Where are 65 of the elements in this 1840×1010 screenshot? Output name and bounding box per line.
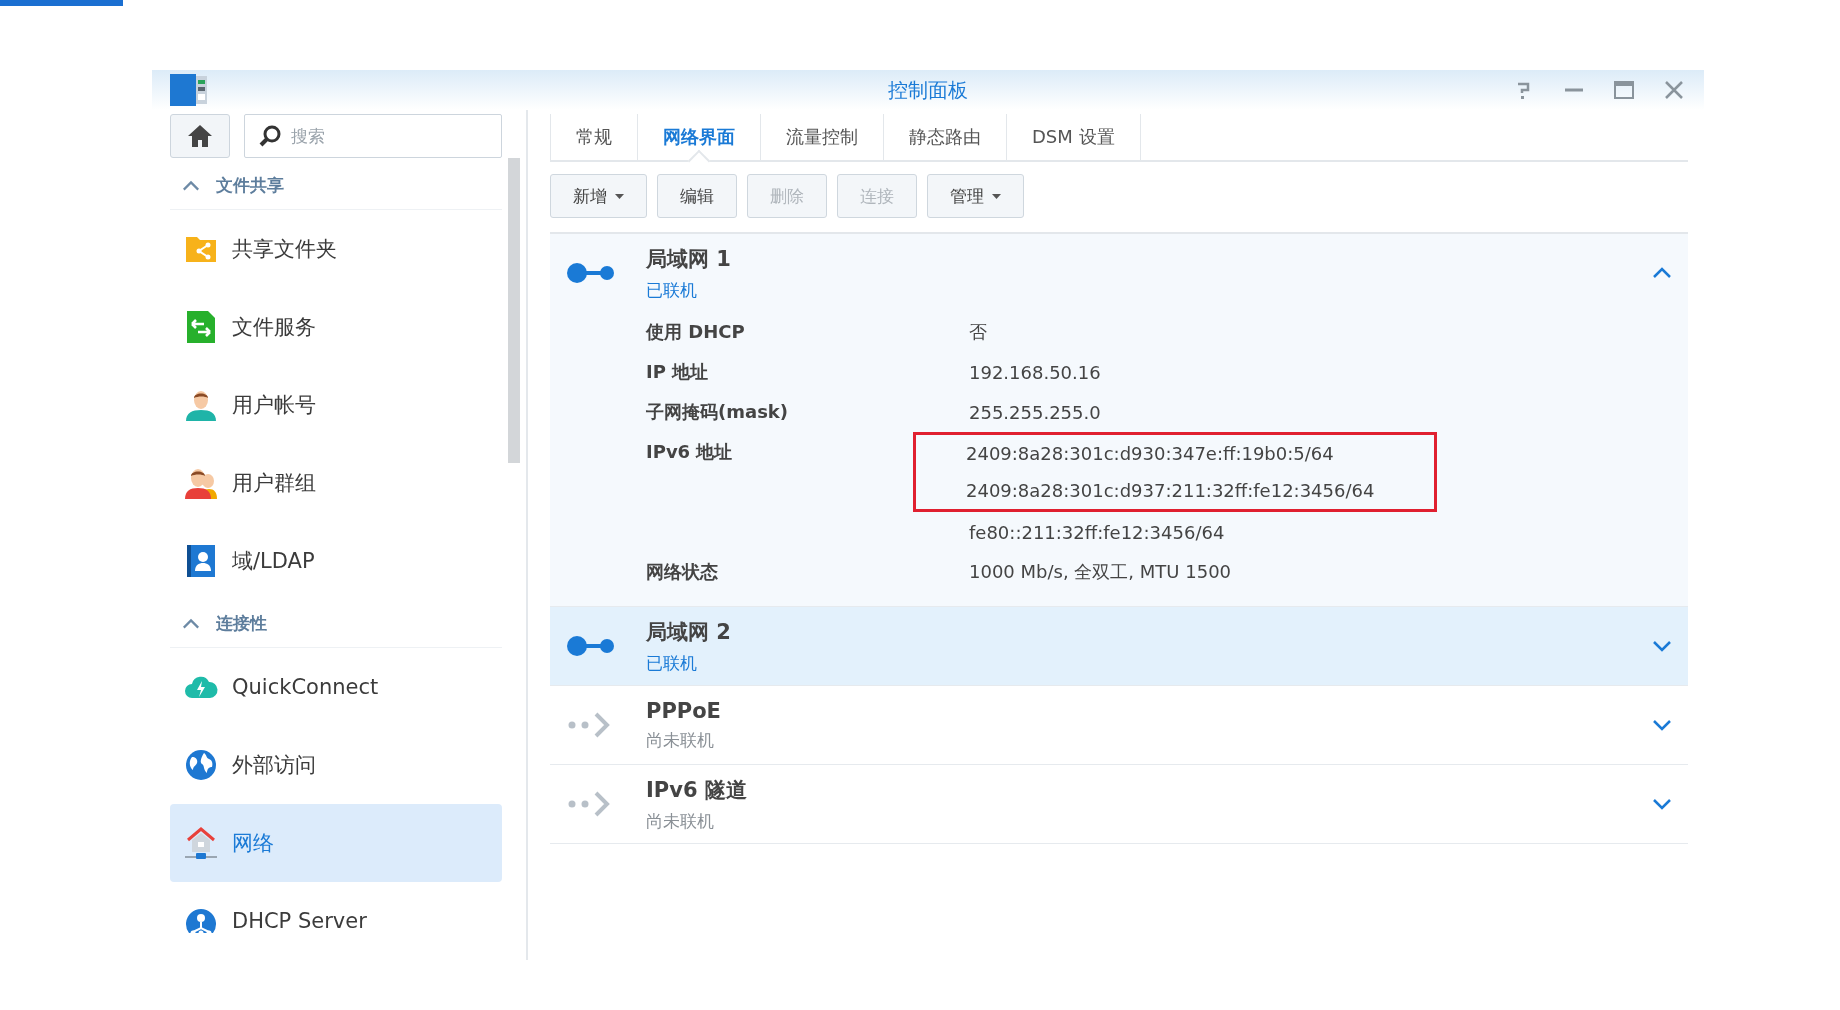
detail-value: fe80::211:32ff:fe12:3456/64: [968, 520, 1226, 545]
interface-status: 尚未联机: [646, 809, 715, 833]
section-header[interactable]: 连接性: [216, 612, 267, 635]
detail-value: 2409:8a28:301c:d937:211:32ff:fe12:3456/64: [965, 479, 1376, 503]
search-icon: [258, 124, 282, 148]
home-icon: [187, 124, 213, 148]
caret-icon: [615, 193, 624, 199]
caret-icon: [992, 193, 1001, 199]
contact-card-icon: [184, 544, 218, 578]
chevron-up-icon[interactable]: [182, 179, 200, 192]
file-arrows-icon: [184, 310, 218, 344]
chevron-down-icon[interactable]: [1652, 719, 1672, 731]
interface-row[interactable]: PPPoE 尚未联机: [550, 686, 1688, 765]
dropdown-button[interactable]: 管理: [927, 174, 1024, 218]
chevron-down-icon[interactable]: [1652, 798, 1672, 810]
globe-icon: [184, 748, 218, 782]
detail-value: 255.255.255.0: [968, 400, 1102, 425]
detail-value: 192.168.50.16: [968, 360, 1102, 385]
chevron-down-icon[interactable]: [1652, 640, 1672, 652]
scrollbar[interactable]: [508, 158, 520, 463]
sidebar-item[interactable]: 网络: [170, 804, 502, 882]
interface-status: 尚未联机: [646, 728, 715, 752]
detail-value: 1000 Mb/s, 全双工, MTU 1500: [968, 560, 1233, 584]
home-button[interactable]: [170, 114, 230, 158]
interface-name: PPPoE: [646, 698, 721, 723]
sidebar-item[interactable]: 共享文件夹: [170, 210, 502, 288]
group-icon: [184, 466, 218, 500]
tab[interactable]: DSM 设置: [1006, 114, 1141, 160]
sidebar-item[interactable]: 外部访问: [170, 726, 502, 804]
sidebar-item[interactable]: 用户帐号: [170, 366, 502, 444]
tab[interactable]: 网络界面: [637, 114, 760, 160]
interface-status: 已联机: [646, 278, 698, 302]
detail-label: IP 地址: [646, 360, 710, 384]
sidebar-item[interactable]: DHCP Server: [170, 882, 502, 960]
detail-label: 使用 DHCP: [646, 320, 746, 344]
detail-label: 网络状态: [646, 560, 719, 584]
window-title: 控制面板: [888, 77, 968, 102]
interface-row[interactable]: [550, 234, 1688, 607]
dropdown-button[interactable]: 新增: [550, 174, 647, 218]
tab[interactable]: 流量控制: [760, 114, 883, 160]
control-panel-icon: [170, 74, 208, 106]
maximize-icon[interactable]: [1612, 78, 1636, 102]
sidebar-item[interactable]: 用户群组: [170, 444, 502, 522]
interface-row[interactable]: 局域网 2 已联机: [550, 607, 1688, 686]
chevron-up-icon[interactable]: [1652, 267, 1672, 279]
toolbar-button[interactable]: 编辑: [657, 174, 737, 218]
interface-name: 局域网 2: [646, 618, 731, 646]
tab[interactable]: 静态路由: [883, 114, 1006, 160]
interface-status: 已联机: [646, 651, 698, 675]
detail-value: 2409:8a28:301c:d930:347e:ff:19b0:5/64: [965, 442, 1335, 466]
interface-row[interactable]: IPv6 隧道 尚未联机: [550, 765, 1688, 844]
sidebar-item[interactable]: 文件服务: [170, 288, 502, 366]
interface-name: 局域网 1: [646, 245, 731, 273]
detail-label: 子网掩码(mask): [646, 400, 790, 424]
detail-label: IPv6 地址: [646, 440, 734, 464]
sidebar-item[interactable]: QuickConnect: [170, 648, 502, 726]
detail-value: 否: [968, 320, 988, 344]
section-header[interactable]: 文件共享: [216, 174, 284, 197]
interface-name: IPv6 隧道: [646, 776, 747, 804]
sidebar-item[interactable]: 域/LDAP: [170, 522, 502, 600]
user-icon: [184, 388, 218, 422]
chevron-up-icon[interactable]: [182, 617, 200, 630]
house-network-icon: [184, 826, 218, 860]
tab[interactable]: 常规: [550, 114, 637, 160]
search-field[interactable]: 搜索: [244, 114, 502, 158]
